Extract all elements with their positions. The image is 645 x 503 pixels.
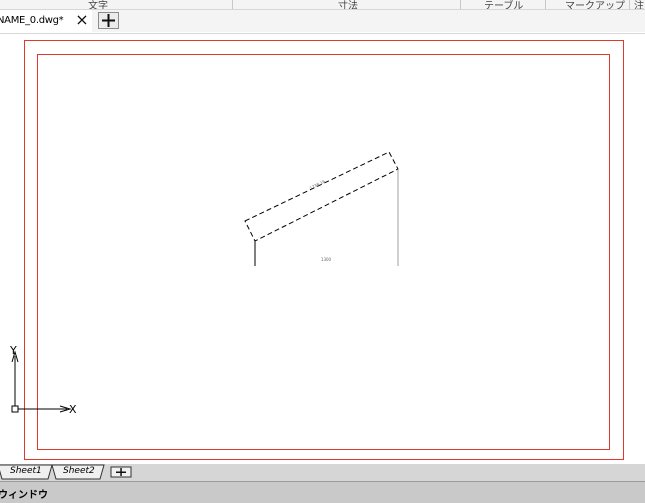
- ribbon-panel-table[interactable]: テーブル: [484, 0, 523, 9]
- new-tab-button[interactable]: [98, 12, 119, 29]
- command-window-label: ウィンドウ: [0, 490, 48, 501]
- file-tab-name: NAME_0.dwg*: [0, 15, 64, 26]
- ribbon-separator: [545, 0, 546, 9]
- layout-tab-shapes: [0, 464, 132, 480]
- layout-tab-sheet1-label[interactable]: Sheet1: [10, 466, 42, 476]
- dimension-text-horizontal[interactable]: 1300: [321, 257, 332, 262]
- sheet-inner-border: [37, 54, 610, 450]
- close-icon[interactable]: ×: [74, 11, 90, 29]
- drawing-canvas[interactable]: 1738.16 1300 Y X: [0, 34, 645, 464]
- file-tab-bar: NAME_0.dwg* ×: [0, 10, 645, 32]
- sheet-outer-border: [24, 40, 624, 460]
- ribbon-panel-annotation[interactable]: 注: [634, 0, 644, 9]
- drawing-svg: 1738.16 1300 Y X: [9, 40, 624, 460]
- plus-icon: [102, 14, 115, 27]
- ribbon-separator: [460, 0, 461, 9]
- layout-tab-sheet2-label[interactable]: Sheet2: [63, 466, 95, 476]
- ribbon-separator: [232, 0, 233, 9]
- ucs-y-label: Y: [9, 344, 17, 357]
- slanted-dashed-element: [244, 151, 399, 242]
- ribbon-panel-text[interactable]: 文字: [88, 0, 108, 9]
- command-window-bar[interactable]: ウィンドウ: [0, 481, 645, 503]
- ribbon-separator: [629, 0, 630, 9]
- dimension-text-angled[interactable]: 1738.16: [309, 179, 326, 191]
- ribbon-panel-labels: 文字 寸法 テーブル マークアップ 注: [0, 0, 645, 10]
- ucs-x-label: X: [69, 403, 77, 416]
- ucs-icon: Y X: [9, 344, 77, 416]
- ribbon-panel-dimension[interactable]: 寸法: [338, 0, 358, 9]
- layout-tab-bar: Sheet1 Sheet2: [0, 464, 645, 481]
- file-tab[interactable]: NAME_0.dwg* ×: [0, 10, 92, 32]
- ribbon-panel-markup[interactable]: マークアップ: [565, 0, 625, 9]
